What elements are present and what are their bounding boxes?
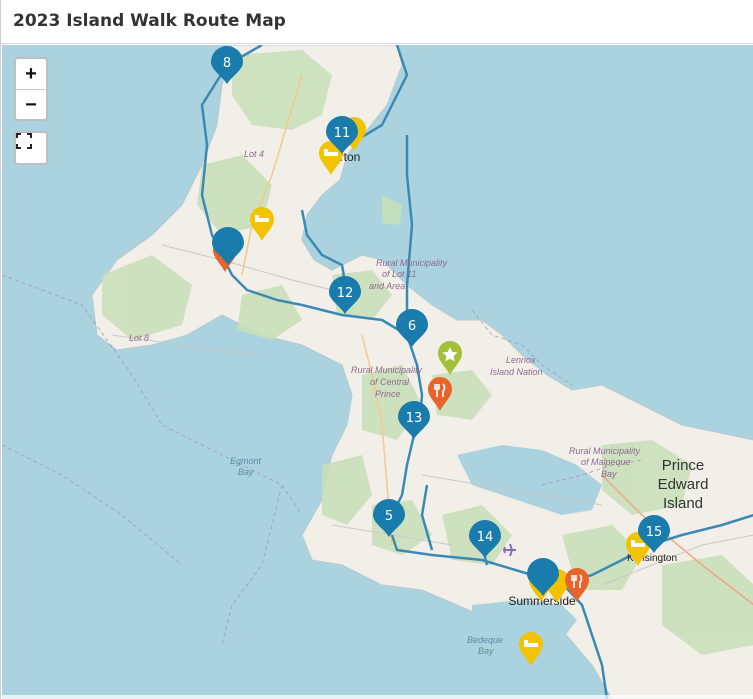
svg-text:6: 6 [408, 319, 416, 334]
page-title: 2023 Island Walk Route Map [13, 11, 286, 31]
attribution-bar [2, 695, 753, 699]
zoom-in-button[interactable]: + [16, 59, 46, 90]
label-pei-3: Island [663, 495, 703, 512]
label-lennox-1: Lennox [506, 355, 536, 365]
svg-text:5: 5 [385, 509, 393, 524]
label-egmont-2: Bay [238, 467, 254, 477]
label-lot8: Lot 8 [129, 333, 149, 343]
label-egmont-1: Egmont [230, 456, 262, 466]
label-rm-central-prince-3: Prince [375, 389, 401, 399]
label-bedeque-2: Bay [478, 646, 494, 656]
label-rm-central-prince-2: of Central [370, 377, 410, 387]
zoom-out-button[interactable]: − [16, 90, 46, 120]
label-rm-lot11-2: of Lot 11 [382, 269, 416, 279]
label-lennox-2: Island Nation [490, 367, 543, 377]
svg-text:13: 13 [406, 411, 423, 426]
svg-text:14: 14 [477, 530, 494, 545]
map-widget: 2023 Island Walk Route Map rton Lot 4 Lo… [0, 0, 753, 699]
svg-text:15: 15 [646, 525, 663, 540]
svg-text:12: 12 [337, 286, 354, 301]
map-canvas[interactable]: rton Lot 4 Lot 8 Rural Municipality of L… [2, 45, 753, 699]
label-rm-malpeque-1: Rural Municipality [569, 446, 641, 456]
title-bar: 2023 Island Walk Route Map [1, 0, 753, 44]
land-layer [91, 45, 753, 699]
zoom-control: + − [14, 57, 48, 121]
svg-text:8: 8 [223, 56, 231, 71]
label-rm-lot11-1: Rural Municipality [376, 258, 448, 268]
land-west-prince [91, 45, 753, 699]
label-lot4: Lot 4 [244, 149, 264, 159]
fullscreen-icon [16, 133, 32, 149]
label-rm-malpeque-3: Bay [601, 469, 617, 479]
label-rm-malpeque-2: of Malpeque [581, 457, 631, 467]
label-pei-2: Edward [658, 476, 709, 493]
svg-text:11: 11 [334, 126, 351, 141]
label-bedeque-1: Bedeque [467, 635, 503, 645]
label-rm-central-prince-1: Rural Municipality [351, 365, 423, 375]
label-rm-lot11-3: and Area [369, 281, 405, 291]
map-tiles[interactable]: rton Lot 4 Lot 8 Rural Municipality of L… [2, 45, 753, 699]
fullscreen-button[interactable] [14, 131, 48, 165]
label-pei-1: Prince [662, 457, 705, 474]
